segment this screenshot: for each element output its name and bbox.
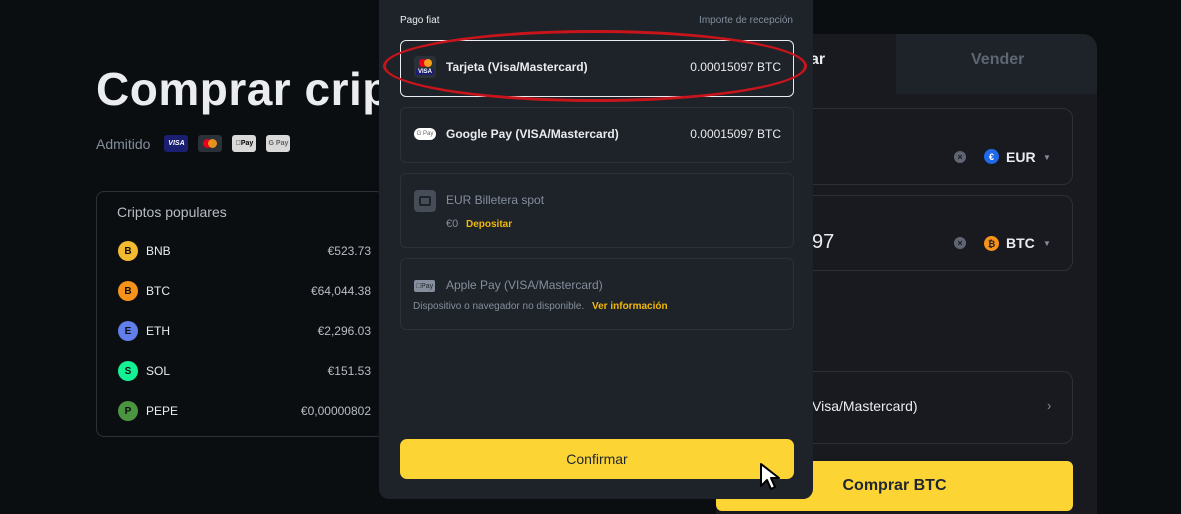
coin-row-pepe[interactable]: P PEPE €0,00000802 <box>118 399 371 423</box>
option-spot-name: EUR Billetera spot <box>446 193 545 207</box>
coin-symbol: BTC <box>146 284 170 298</box>
option-spot-wallet[interactable] <box>400 173 794 248</box>
receive-currency[interactable]: BTC <box>1006 235 1035 251</box>
receive-value: 97 <box>812 231 835 253</box>
coin-row-btc[interactable]: B BTC €64,044.38 <box>118 279 371 303</box>
google-pay-logo-icon: G Pay <box>266 135 291 152</box>
option-gpay-name: Google Pay (VISA/Mastercard) <box>446 127 619 141</box>
confirm-button[interactable]: Confirmar <box>400 439 794 479</box>
modal-header-right: Importe de recepción <box>699 15 793 26</box>
coin-symbol: PEPE <box>146 404 179 418</box>
coin-price: €2,296.03 <box>317 324 371 338</box>
google-pay-icon: G Pay <box>414 128 436 140</box>
bnb-icon: B <box>118 241 138 261</box>
spend-field[interactable] <box>790 108 1073 185</box>
mastercard-logo-icon <box>198 135 223 152</box>
coin-price: €0,00000802 <box>300 404 371 418</box>
popular-title: Criptos populares <box>117 204 227 220</box>
option-apple-note: Dispositivo o navegador no disponible. <box>413 301 585 312</box>
modal-header-left: Pago fiat <box>400 15 440 26</box>
visa-logo-icon: VISA <box>164 135 189 152</box>
option-apple-pay <box>400 258 794 330</box>
wallet-icon <box>414 190 436 212</box>
deposit-link[interactable]: Depositar <box>466 219 512 230</box>
apple-pay-logo-icon: Pay <box>232 135 257 152</box>
payment-method-label: Visa/Mastercard) <box>812 398 918 414</box>
coin-price: €151.53 <box>327 364 371 378</box>
supported-label: Admitido <box>96 135 151 152</box>
eur-icon: € <box>984 149 999 164</box>
coin-symbol: BNB <box>146 244 171 258</box>
sol-icon: S <box>118 361 138 381</box>
coin-row-sol[interactable]: S SOL €151.53 <box>118 359 371 383</box>
chevron-right-icon[interactable]: › <box>1047 398 1051 413</box>
pepe-icon: P <box>118 401 138 421</box>
page-title: Comprar cript <box>96 63 407 115</box>
supported-payments: Admitido VISA Pay G Pay <box>96 135 291 152</box>
apple-pay-icon: Pay <box>414 280 435 292</box>
chevron-down-icon[interactable]: ▼ <box>1043 153 1051 162</box>
coin-row-bnb[interactable]: B BNB €523.73 <box>118 239 371 263</box>
highlight-annotation <box>383 30 807 102</box>
more-info-link[interactable]: Ver información <box>592 301 668 312</box>
coin-price: €523.73 <box>327 244 371 258</box>
coin-symbol: ETH <box>146 324 170 338</box>
coin-row-eth[interactable]: E ETH €2,296.03 <box>118 319 371 343</box>
spend-currency[interactable]: EUR <box>1006 149 1036 165</box>
coin-symbol: SOL <box>146 364 171 378</box>
btc-icon: B <box>118 281 138 301</box>
option-spot-balance: €0 <box>446 218 459 230</box>
option-gpay-amount: 0.00015097 BTC <box>690 127 781 141</box>
mouse-cursor-icon <box>760 463 780 490</box>
btc-icon: ₿ <box>984 236 999 251</box>
option-apple-name: Apple Pay (VISA/Mastercard) <box>446 278 603 292</box>
chevron-down-icon[interactable]: ▼ <box>1043 239 1051 248</box>
tab-sell[interactable]: Vender <box>971 51 1024 69</box>
clear-spend-icon[interactable]: × <box>954 151 966 163</box>
eth-icon: E <box>118 321 138 341</box>
coin-price: €64,044.38 <box>310 284 371 298</box>
clear-receive-icon[interactable]: × <box>954 237 966 249</box>
